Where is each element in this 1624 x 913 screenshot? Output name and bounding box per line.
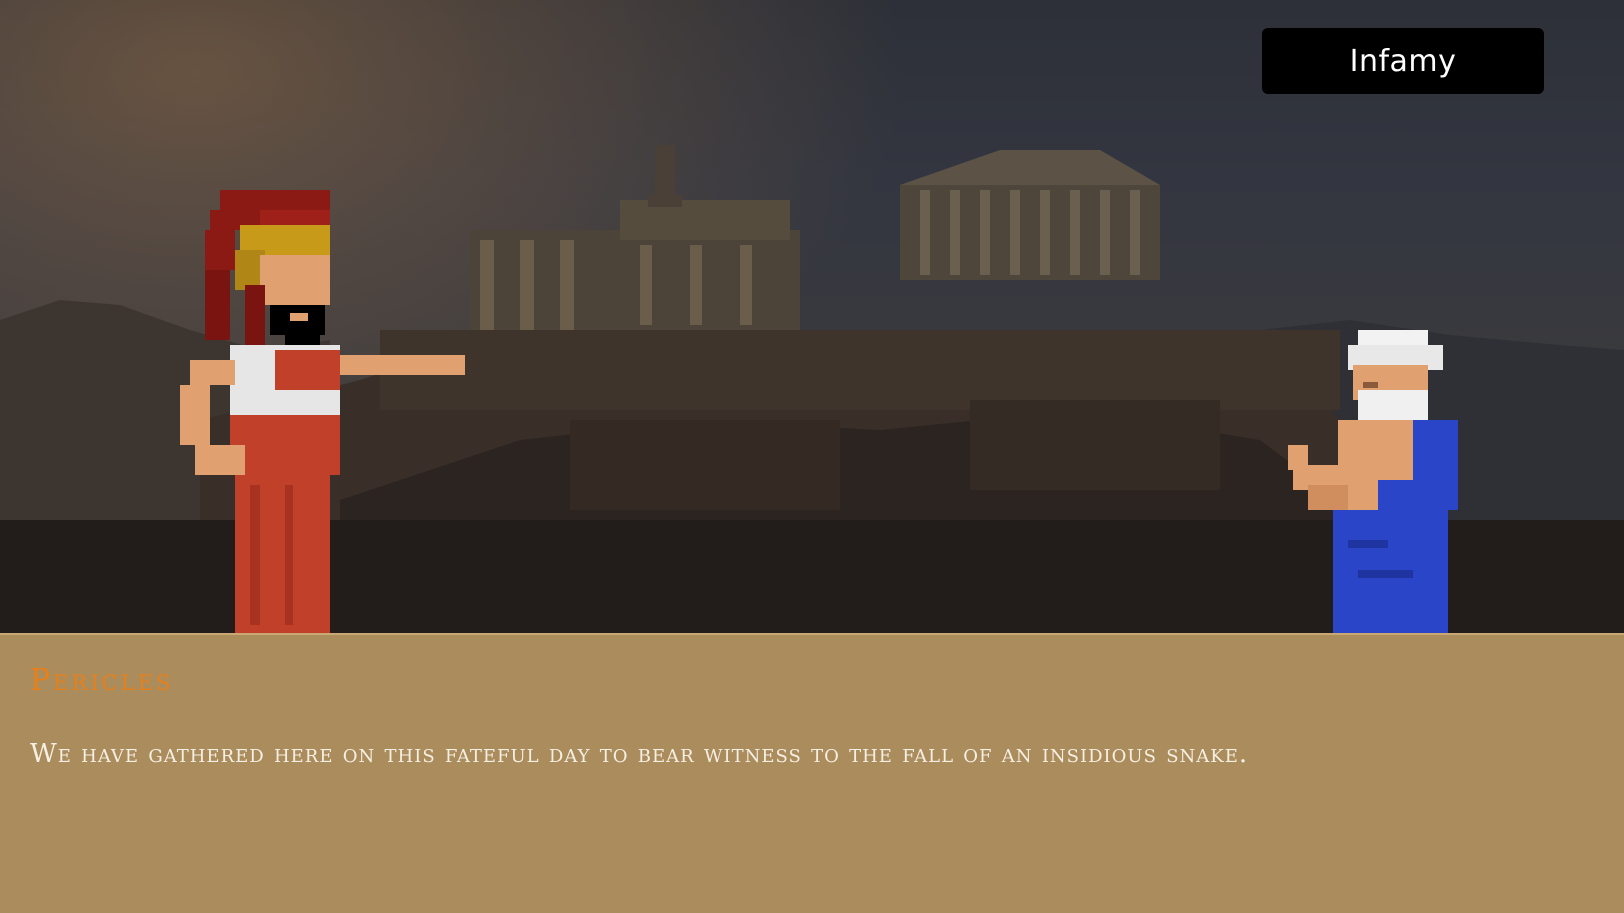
old-philosopher-sprite: [1288, 330, 1458, 635]
pericles-sprite: [180, 190, 465, 635]
dialogue-text: We have gathered here on this fateful da…: [30, 739, 1249, 769]
infamy-label: Infamy: [1349, 43, 1457, 79]
speaker-name: Pericles: [30, 663, 174, 698]
infamy-button[interactable]: Infamy: [1262, 28, 1544, 94]
dialogue-box[interactable]: Pericles We have gathered here on this f…: [0, 633, 1624, 913]
game-scene: Infamy Pericles We have gathered here on…: [0, 0, 1624, 913]
